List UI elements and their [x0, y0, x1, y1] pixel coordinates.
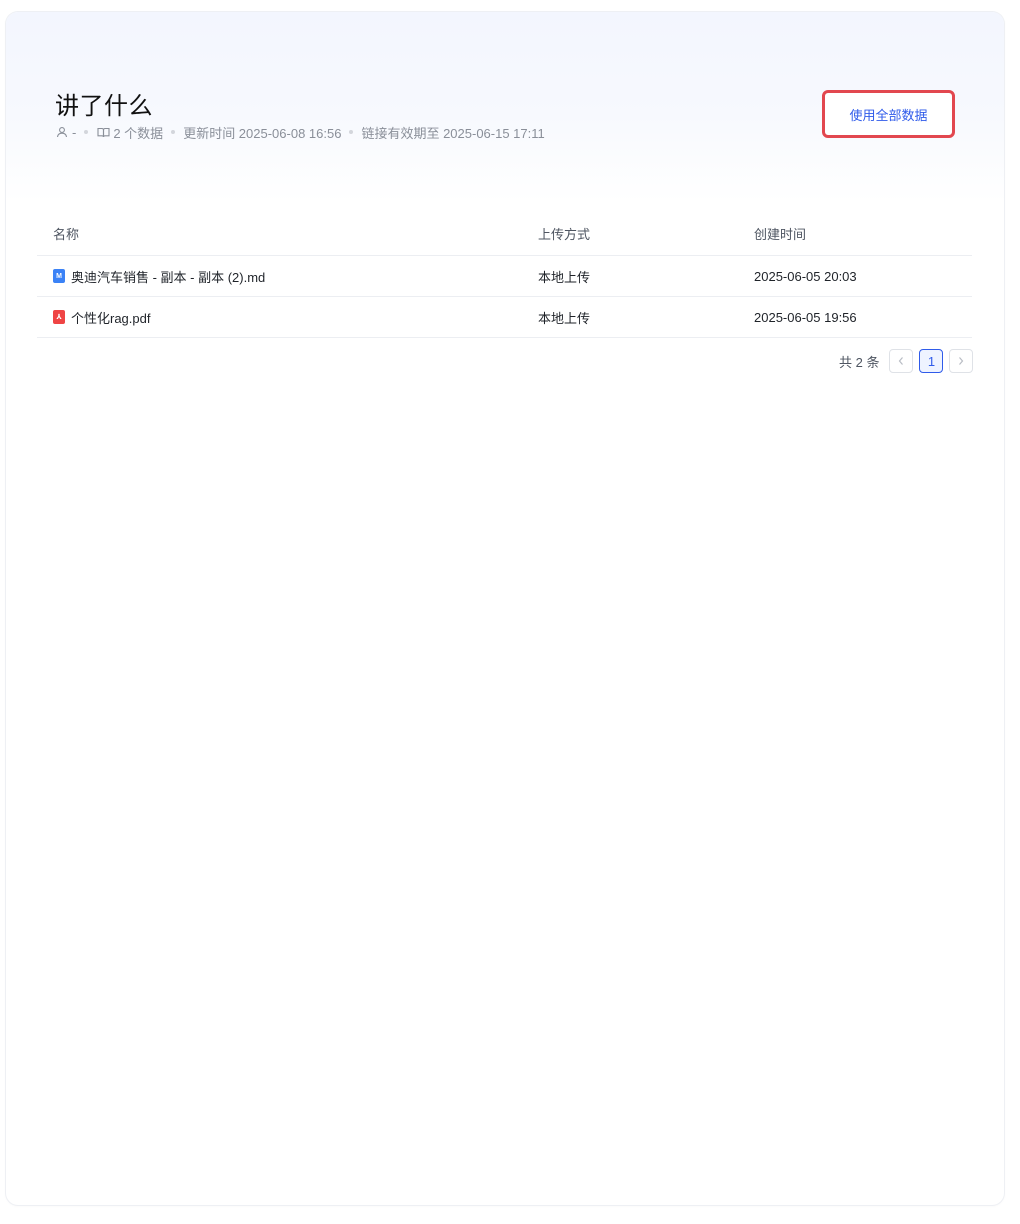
use-all-data-button[interactable]: 使用全部数据: [822, 90, 955, 138]
pagination: 共 2 条 1: [839, 349, 974, 373]
user-icon: [55, 125, 69, 139]
created-time-cell: 2025-06-05 19:56: [754, 309, 857, 325]
book-icon: [96, 125, 110, 139]
pdf-file-icon: ⅄: [53, 310, 65, 324]
column-header-method: 上传方式: [538, 227, 591, 242]
next-page-button[interactable]: [949, 349, 974, 373]
dataset-card: 讲了什么 - 2 个数据 更新时间 2025-06-08 16:56 链接有效期…: [6, 12, 1004, 1205]
dataset-header: 讲了什么 - 2 个数据 更新时间 2025-06-08 16:56 链接有效期…: [6, 12, 1004, 202]
upload-method-cell: 本地上传: [538, 310, 591, 326]
meta-info: - 2 个数据 更新时间 2025-06-08 16:56 链接有效期至 202…: [55, 123, 545, 141]
link-expiry-text: 链接有效期至 2025-06-15 17:11: [361, 125, 545, 141]
prev-page-button[interactable]: [889, 349, 914, 373]
chevron-right-icon: [959, 357, 964, 365]
file-name-cell[interactable]: M 奥迪汽车销售 - 副本 - 副本 (2).md: [37, 267, 538, 286]
table-row[interactable]: ⅄ 个性化rag.pdf 本地上传 2025-06-05 19:56: [37, 297, 972, 338]
column-header-name: 名称: [53, 227, 80, 242]
pagination-total: 共 2 条: [839, 354, 880, 370]
table-header: 名称 上传方式 创建时间: [37, 212, 972, 256]
file-name: 奥迪汽车销售 - 副本 - 副本 (2).md: [71, 269, 266, 285]
markdown-file-icon: M: [53, 269, 65, 283]
created-time-cell: 2025-06-05 20:03: [754, 268, 857, 284]
owner-text: -: [72, 124, 77, 140]
data-table: 名称 上传方式 创建时间 M 奥迪汽车销售 - 副本 - 副本 (2).md 本…: [37, 212, 972, 338]
upload-method-cell: 本地上传: [538, 269, 591, 285]
page-title: 讲了什么: [55, 93, 153, 120]
file-name-cell[interactable]: ⅄ 个性化rag.pdf: [37, 308, 538, 327]
page-1-button[interactable]: 1: [919, 349, 944, 373]
meta-separator: [84, 130, 89, 134]
file-name: 个性化rag.pdf: [71, 310, 151, 326]
meta-separator: [171, 130, 176, 134]
column-header-created: 创建时间: [754, 227, 807, 242]
data-count-text: 2 个数据: [113, 125, 164, 141]
use-all-data-label: 使用全部数据: [827, 95, 950, 133]
updated-time-text: 更新时间 2025-06-08 16:56: [183, 125, 342, 141]
chevron-left-icon: [899, 357, 904, 365]
table-row[interactable]: M 奥迪汽车销售 - 副本 - 副本 (2).md 本地上传 2025-06-0…: [37, 256, 972, 297]
meta-separator: [349, 130, 354, 134]
